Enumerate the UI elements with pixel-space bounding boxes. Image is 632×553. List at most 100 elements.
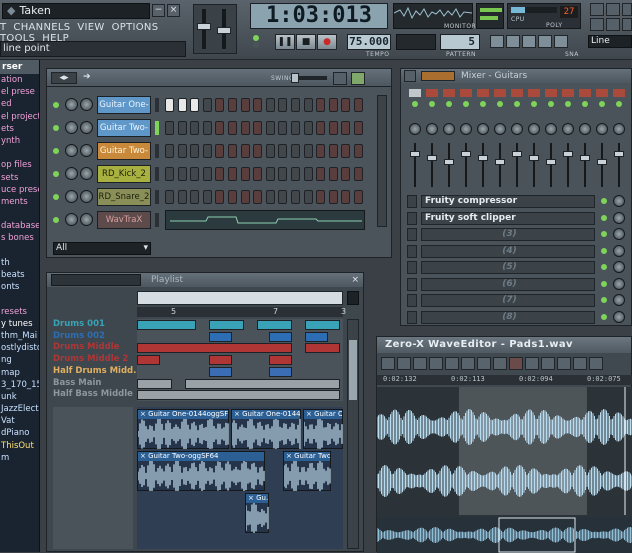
browser-item[interactable]: y tunes xyxy=(0,318,39,330)
fx-slot[interactable]: (8) xyxy=(421,310,595,324)
pattern-clip[interactable] xyxy=(137,320,196,330)
fx-slot-menu-button[interactable] xyxy=(407,228,417,241)
wave-tool-button[interactable] xyxy=(397,357,411,370)
rack-options-button[interactable]: ◂▸ xyxy=(51,72,77,84)
playlist-track-name[interactable]: Half Bass Middle xyxy=(53,389,137,400)
step-button[interactable] xyxy=(278,190,288,204)
fx-mix-knob[interactable] xyxy=(613,277,625,290)
step-button[interactable] xyxy=(316,144,326,158)
mixer-insert-tab[interactable] xyxy=(579,89,591,97)
pattern-clip[interactable] xyxy=(137,355,160,366)
pattern-clip[interactable] xyxy=(137,343,292,354)
playlist-scrollbar-v[interactable] xyxy=(347,319,359,549)
pan-knob[interactable] xyxy=(65,98,78,111)
step-button[interactable] xyxy=(202,121,212,135)
step-button[interactable] xyxy=(291,98,300,112)
mixer-insert-tab[interactable] xyxy=(477,89,489,97)
step-button[interactable] xyxy=(341,167,351,181)
step-button[interactable] xyxy=(215,144,225,158)
mixer-menu-icon[interactable] xyxy=(404,70,416,82)
volume-knob[interactable] xyxy=(80,98,93,111)
browser-item[interactable]: ed xyxy=(0,98,39,110)
pan-knob[interactable] xyxy=(65,167,78,180)
mixer-fader[interactable] xyxy=(495,159,505,165)
browser-item[interactable]: JazzElect xyxy=(0,403,39,415)
master-pitch-slider[interactable] xyxy=(217,27,231,34)
step-button[interactable] xyxy=(354,98,363,112)
menu-file[interactable]: T xyxy=(0,22,6,33)
volume-knob[interactable] xyxy=(80,144,93,157)
browser-item[interactable]: beats xyxy=(0,269,39,281)
channel-select-led[interactable] xyxy=(155,190,159,204)
mixer-pan-knob[interactable] xyxy=(579,123,591,135)
toolbar-icon-3[interactable] xyxy=(622,3,632,16)
mixer-mute-led[interactable] xyxy=(463,101,469,107)
close-button[interactable]: × xyxy=(167,4,180,17)
rack-scrollbar[interactable] xyxy=(377,95,387,227)
menu-channels[interactable]: CHANNELS xyxy=(13,22,70,33)
volume-knob[interactable] xyxy=(80,213,93,226)
step-button[interactable] xyxy=(278,121,288,135)
step-button[interactable] xyxy=(303,190,313,204)
wave-tool-button[interactable] xyxy=(413,357,427,370)
channel-led[interactable] xyxy=(53,194,59,200)
step-button[interactable] xyxy=(228,121,237,135)
step-button[interactable] xyxy=(228,190,237,204)
shortcut-pianoroll-icon[interactable] xyxy=(522,35,536,48)
browser-item[interactable]: op files xyxy=(0,159,39,171)
fx-slot-led[interactable] xyxy=(601,247,607,254)
step-button[interactable] xyxy=(202,167,212,181)
mixer-pan-knob[interactable] xyxy=(443,123,455,135)
channel-select-led[interactable] xyxy=(155,98,159,112)
wave-tool-button[interactable] xyxy=(525,357,539,370)
pause-button[interactable]: ❚❚ xyxy=(275,34,295,50)
mixer-mute-led[interactable] xyxy=(446,101,452,107)
fx-slot-led[interactable] xyxy=(601,198,607,204)
tempo-display[interactable]: 75.000 xyxy=(347,34,391,50)
browser-item[interactable]: ostlydisto xyxy=(0,342,39,354)
step-button[interactable] xyxy=(303,121,313,135)
step-button[interactable] xyxy=(253,144,263,158)
close-icon[interactable]: × xyxy=(351,273,359,287)
mixer-pan-knob[interactable] xyxy=(426,123,438,135)
step-button[interactable] xyxy=(316,121,326,135)
fx-mix-knob[interactable] xyxy=(613,294,625,306)
volume-knob[interactable] xyxy=(80,190,93,203)
step-button[interactable] xyxy=(177,98,187,112)
browser-item[interactable]: 3_170_15 xyxy=(0,379,39,391)
mixer-mute-led[interactable] xyxy=(480,101,486,107)
step-button[interactable] xyxy=(215,98,225,112)
browser-item[interactable]: sets xyxy=(0,172,39,184)
playlist-track-name[interactable]: Drums 001 xyxy=(53,319,137,330)
wave-tool-button[interactable] xyxy=(381,357,395,370)
wave-tool-button[interactable] xyxy=(509,357,523,370)
pattern-clip[interactable] xyxy=(209,355,232,366)
fx-mix-knob[interactable] xyxy=(613,211,625,224)
browser-item[interactable]: ation xyxy=(0,74,39,86)
automation-preview[interactable] xyxy=(165,210,365,230)
step-button[interactable] xyxy=(265,144,275,158)
fx-slot-led[interactable] xyxy=(601,297,607,303)
channel-filter-select[interactable]: All ▾ xyxy=(53,242,151,255)
pattern-clip[interactable] xyxy=(257,320,292,330)
step-button[interactable] xyxy=(240,190,250,204)
mixer-pan-knob[interactable] xyxy=(545,123,557,135)
playlist-zoom-button[interactable] xyxy=(347,291,359,305)
browser-item[interactable]: ynth xyxy=(0,135,39,147)
channel-name-button[interactable]: WavTraX xyxy=(97,211,151,229)
audio-clip-area[interactable]: × Guitar One-0144oggSF64 × Guitar One-014… xyxy=(137,407,343,549)
pattern-song-switch[interactable] xyxy=(252,34,272,52)
mixer-insert-tab[interactable] xyxy=(613,89,625,97)
audio-clip[interactable]: × Guitar Two-oggSF64 xyxy=(137,451,265,493)
channel-led[interactable] xyxy=(53,102,59,108)
browser-item[interactable]: th xyxy=(0,257,39,269)
waveform-display[interactable] xyxy=(377,387,632,553)
browser-item[interactable]: resets xyxy=(0,306,39,318)
wave-tool-button[interactable] xyxy=(493,357,507,370)
fx-slot[interactable]: (5) xyxy=(421,261,595,274)
step-button[interactable] xyxy=(354,167,363,181)
step-button[interactable] xyxy=(177,144,187,158)
step-button[interactable] xyxy=(265,190,275,204)
mixer-insert-tab[interactable] xyxy=(409,89,421,97)
fx-slot-menu-button[interactable] xyxy=(407,277,417,291)
